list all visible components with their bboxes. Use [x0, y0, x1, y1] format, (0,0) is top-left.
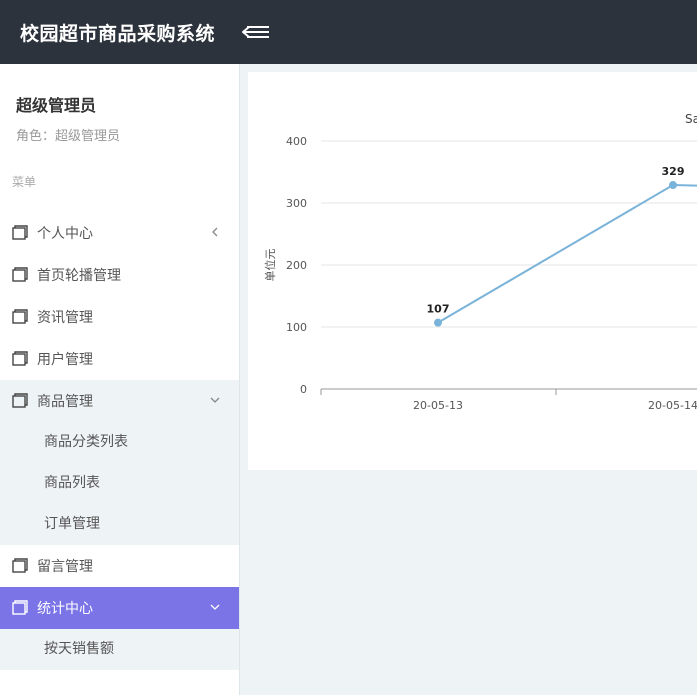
window-icon — [10, 599, 28, 617]
nav-item-profile[interactable]: 个人中心 — [0, 212, 239, 254]
chevron-down-icon — [209, 601, 221, 613]
menu-caption: 菜单 — [12, 175, 37, 189]
nav-label: 统计中心 — [37, 601, 93, 617]
nav-item-news[interactable]: 资讯管理 — [0, 296, 239, 338]
sub-item-product-list[interactable]: 商品列表 — [0, 463, 239, 504]
nav-item-products[interactable]: 商品管理 — [0, 380, 239, 422]
x-tick-label: 20-05-14 — [648, 399, 697, 412]
y-axis-label: 单位元 — [263, 249, 277, 282]
products-submenu: 商品分类列表 商品列表 订单管理 — [0, 422, 239, 545]
window-icon — [10, 392, 28, 410]
app-title: 校园超市商品采购系统 — [20, 22, 216, 45]
window-icon — [10, 350, 28, 368]
user-role: 角色：超级管理员 — [16, 129, 121, 144]
sidebar: 超级管理员 角色：超级管理员 菜单 个人中心 首页轮播管理 资讯管理 用户管理 … — [0, 64, 240, 695]
y-tick-label: 400 — [286, 135, 307, 148]
nav-label: 商品管理 — [37, 394, 93, 410]
sub-item-category-list[interactable]: 商品分类列表 — [0, 422, 239, 463]
user-info: 超级管理员 角色：超级管理员 — [0, 64, 239, 172]
nav-label: 首页轮播管理 — [37, 268, 121, 284]
nav-item-messages[interactable]: 留言管理 — [0, 545, 239, 587]
nav-label: 留言管理 — [37, 559, 93, 575]
window-icon — [10, 224, 28, 242]
y-tick-label: 100 — [286, 321, 307, 334]
nav-label: 用户管理 — [37, 352, 93, 368]
window-icon — [10, 266, 28, 284]
statistics-submenu: 按天销售额 — [0, 629, 239, 670]
nav-label: 个人中心 — [37, 226, 93, 242]
y-tick-label: 200 — [286, 259, 307, 272]
top-bar: 校园超市商品采购系统 — [0, 0, 697, 64]
nav-item-users[interactable]: 用户管理 — [0, 338, 239, 380]
window-icon — [10, 308, 28, 326]
series-line — [437, 184, 697, 324]
sub-item-orders[interactable]: 订单管理 — [0, 504, 239, 545]
data-label: 329 — [662, 165, 685, 178]
window-icon — [10, 557, 28, 575]
sales-line-chart: 0 100 200 300 400 20-05-13 20-05-14 单位元 107 329 — [263, 135, 697, 412]
menu-toggle-icon[interactable] — [235, 20, 271, 44]
data-point — [434, 318, 442, 327]
chevron-left-icon — [209, 226, 221, 238]
user-name: 超级管理员 — [16, 96, 97, 115]
data-point — [669, 181, 677, 190]
nav-item-carousel[interactable]: 首页轮播管理 — [0, 254, 239, 296]
x-tick-label: 20-05-13 — [413, 399, 463, 412]
data-label: 107 — [427, 303, 450, 316]
nav-item-statistics[interactable]: 统计中心 — [0, 587, 239, 629]
nav-label: 资讯管理 — [37, 310, 93, 326]
sub-item-daily-sales[interactable]: 按天销售额 — [0, 629, 239, 670]
y-tick-label: 0 — [300, 383, 307, 396]
y-tick-label: 300 — [286, 197, 307, 210]
chevron-down-icon — [209, 394, 221, 406]
chart-panel: Sa 0 100 200 300 400 20-05-13 20-05-14 单位元 107 32… — [248, 72, 697, 470]
